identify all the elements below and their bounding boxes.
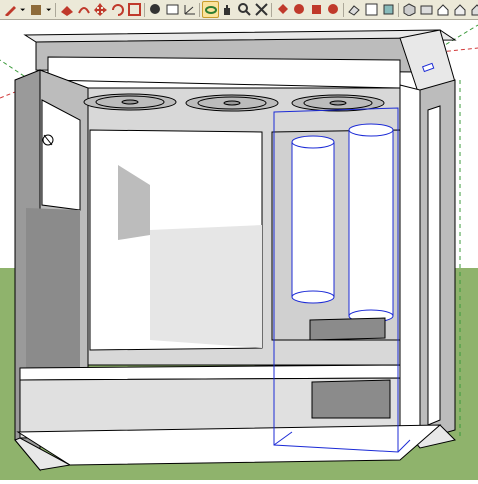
move-tool[interactable] [92,1,109,18]
section-plane-icon [365,3,378,16]
zoom-extents-tool[interactable] [253,1,270,18]
text-icon [166,4,179,15]
home-view[interactable] [435,1,452,18]
components-tool[interactable] [308,1,325,18]
zoom-extents-icon [255,3,268,16]
house-icon [437,4,449,16]
layers-tool[interactable] [380,1,397,18]
pencil-icon [5,6,16,16]
components-icon [312,5,321,14]
paint-bucket-tool[interactable] [274,1,291,18]
left-wall-shadow [26,208,80,380]
layers-icon [383,4,394,15]
move-icon [94,3,107,16]
paint-bucket-icon [278,4,288,14]
orbit-icon [205,6,217,14]
hand-icon [224,5,230,15]
back-wall-shadow [150,225,262,348]
front-panel-strip [427,105,441,426]
rectangle-tool[interactable] [28,1,45,18]
axes-icon [184,5,195,15]
materials-icon [294,4,304,14]
right-view[interactable] [452,1,469,18]
house-side-icon [454,4,466,16]
toolbar-separator [199,3,200,17]
house-back-icon [471,4,478,16]
toolbar-separator [343,3,344,17]
text-tool[interactable] [164,1,181,18]
front-panel-light [399,84,421,441]
magnifier-icon [238,3,251,16]
section-plane-tool[interactable] [363,1,380,18]
toolbar-separator [144,3,145,17]
pan-tool[interactable] [219,1,236,18]
psu-shroud-top [19,364,401,381]
scale-icon [128,3,141,16]
model-viewport[interactable] [0,20,478,480]
rotate-icon [112,4,124,16]
selected-cylinder-1[interactable] [291,135,335,304]
toolbar-separator [55,3,56,17]
main-toolbar [0,0,478,20]
tape-measure-icon [150,4,160,14]
zoom-tool[interactable] [236,1,253,18]
bottom-recess [311,379,391,419]
axes-tool[interactable] [181,1,198,18]
top-view-icon [420,5,433,15]
line-tool-dropdown[interactable] [19,1,28,18]
rotate-tool[interactable] [109,1,126,18]
push-pull-icon [61,6,73,16]
chevron-down-icon [20,8,26,12]
left-window [41,99,81,211]
eraser-icon [348,5,360,16]
fan-1[interactable] [83,93,177,111]
chevron-down-icon [46,8,52,12]
top-view[interactable] [418,1,435,18]
iso-view[interactable] [401,1,418,18]
line-tool[interactable] [2,1,19,18]
eraser-tool[interactable] [346,1,363,18]
push-pull-tool[interactable] [58,1,75,18]
bottom-floor [16,424,442,466]
toolbar-separator [271,3,272,17]
tape-measure-tool[interactable] [147,1,164,18]
orbit-tool[interactable] [202,1,219,18]
follow-me-icon [78,7,90,14]
styles-icon [328,4,338,14]
follow-me-tool[interactable] [75,1,92,18]
scene-canvas[interactable] [0,20,478,480]
scale-tool[interactable] [126,1,143,18]
back-view[interactable] [469,1,478,18]
top-bar-light [47,56,401,89]
selected-cylinder-2[interactable] [348,123,394,323]
materials-tool[interactable] [291,1,308,18]
rectangle-tool-dropdown[interactable] [45,1,54,18]
styles-tool[interactable] [325,1,342,18]
toolbar-separator [398,3,399,17]
fan-2[interactable] [185,94,279,112]
rectangle-icon [31,5,41,15]
psu-slot [309,317,386,341]
iso-view-icon [403,3,416,16]
